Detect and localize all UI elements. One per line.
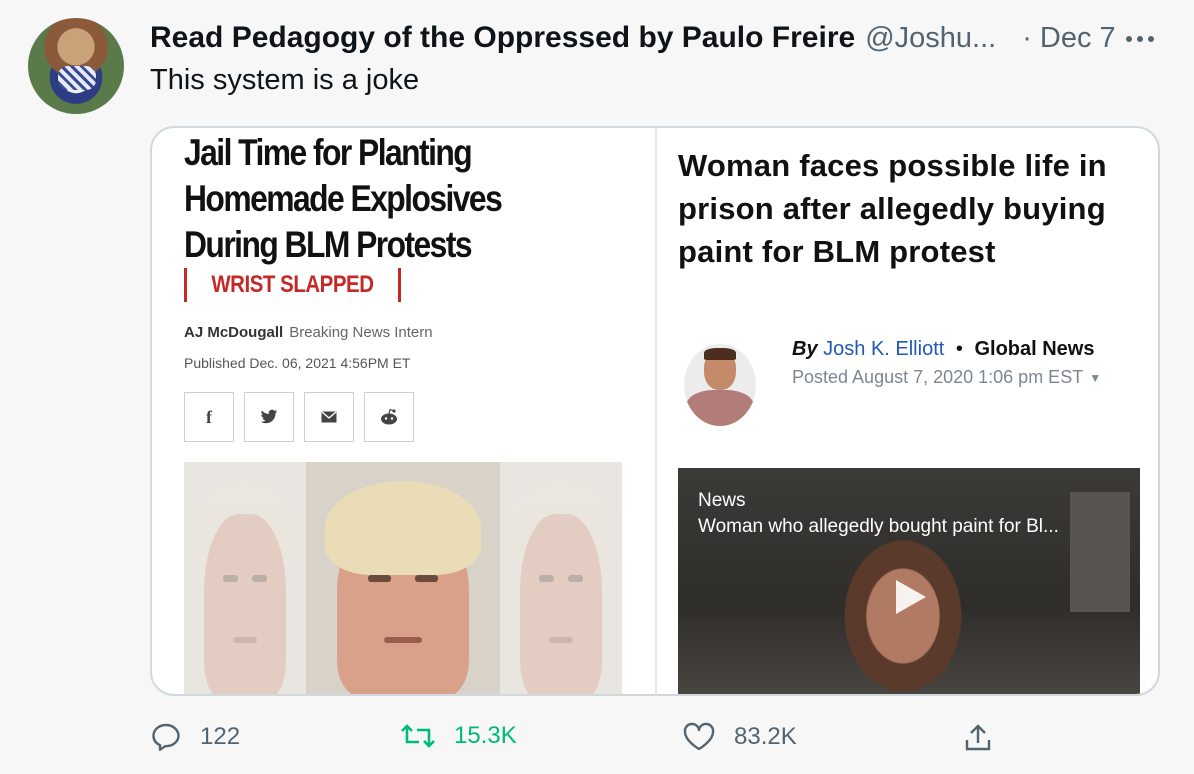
share-icon: [965, 724, 991, 751]
facebook-icon: f: [184, 392, 234, 442]
posted-date: Posted August 7, 2020 1:06 pm EST: [792, 367, 1084, 387]
tweet-text: This system is a joke: [150, 64, 420, 96]
left-article-author: AJ McDougall: [184, 324, 284, 341]
left-article-headline: Jail Time for Planting Homemade Explosiv…: [184, 132, 503, 265]
video-label: News: [698, 490, 746, 511]
share-button[interactable]: [962, 722, 994, 754]
chevron-down-icon: ▼: [1089, 371, 1102, 386]
reddit-icon: [364, 392, 414, 442]
heart-icon: [683, 722, 715, 751]
article-tag-text: WRIST SLAPPED: [211, 271, 374, 298]
reply-icon: [152, 723, 180, 751]
tweet-actions: 122 15.3K 83.2K: [150, 722, 1010, 762]
like-count: 83.2K: [734, 723, 797, 750]
avatar[interactable]: [28, 18, 124, 114]
video-title: Woman who allegedly bought paint for Bl.…: [698, 516, 1059, 537]
retweet-count: 15.3K: [454, 722, 517, 749]
retweet-icon: [401, 724, 435, 748]
right-article-author: Josh K. Elliott: [823, 338, 945, 360]
byline-separator: •: [955, 338, 963, 360]
left-article-byline: AJ McDougall Breaking News Intern: [184, 324, 433, 341]
image-divider: [655, 128, 657, 694]
right-article-headline: Woman faces possible life in prison afte…: [678, 148, 1107, 269]
tweet-date[interactable]: · Dec 7: [1022, 22, 1115, 55]
left-article-author-role: Breaking News Intern: [289, 324, 433, 341]
video-thumbnail: News Woman who allegedly bought paint fo…: [678, 468, 1140, 694]
by-label: By: [792, 338, 818, 360]
author-photo: [684, 344, 756, 426]
face-mask: [58, 66, 96, 90]
tweet-header: Read Pedagogy of the Oppressed by Paulo …: [150, 20, 1170, 56]
right-article-byline: By Josh K. Elliott • Global News: [792, 338, 1094, 361]
twitter-icon: [244, 392, 294, 442]
more-options-icon[interactable]: [1126, 36, 1172, 42]
retweet-button[interactable]: 15.3K: [400, 722, 517, 750]
right-article-posted: Posted August 7, 2020 1:06 pm EST ▼: [792, 367, 1101, 388]
play-icon: [896, 580, 926, 614]
reply-button[interactable]: 122: [150, 722, 240, 752]
handle[interactable]: @Joshu...: [865, 22, 996, 55]
article-tag: WRIST SLAPPED: [184, 268, 401, 302]
media-card[interactable]: Jail Time for Planting Homemade Explosiv…: [150, 126, 1160, 696]
left-article-published: Published Dec. 06, 2021 4:56PM ET: [184, 355, 411, 371]
reply-count: 122: [200, 723, 241, 750]
display-name[interactable]: Read Pedagogy of the Oppressed by Paulo …: [150, 21, 855, 55]
share-buttons: f: [184, 392, 414, 442]
right-article-outlet: Global News: [974, 338, 1095, 360]
like-button[interactable]: 83.2K: [682, 722, 797, 752]
email-icon: [304, 392, 354, 442]
mugshot-image: [184, 462, 622, 694]
